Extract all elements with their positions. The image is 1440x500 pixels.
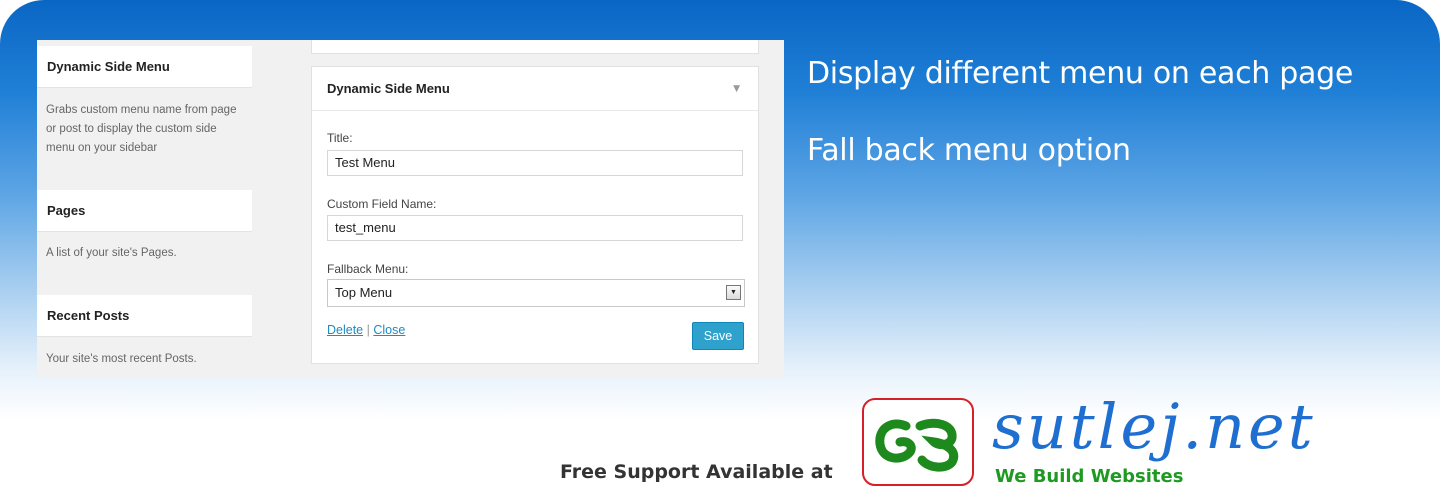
previous-widget-edge [311, 40, 759, 54]
dynamic-side-menu-widget-form: Dynamic Side Menu ▼ Title: Test Menu Cus… [311, 66, 759, 364]
available-widgets-column: Dynamic Side Menu Grabs custom menu name… [37, 40, 252, 378]
widget-form-header[interactable]: Dynamic Side Menu ▼ [312, 67, 758, 111]
logo-glyph-icon [875, 418, 959, 472]
widget-form-title: Dynamic Side Menu [327, 81, 450, 96]
collapse-arrow-icon[interactable]: ▼ [733, 84, 740, 94]
widget-recent-posts[interactable]: Recent Posts [37, 295, 252, 337]
widget-description: Your site's most recent Posts. [46, 353, 197, 365]
widget-action-links: Delete | Close [327, 323, 405, 337]
fallback-menu-value: Top Menu [335, 285, 393, 300]
custom-field-name-input[interactable]: test_menu [327, 215, 743, 241]
close-link[interactable]: Close [373, 323, 405, 337]
brand-tagline: We Build Websites [995, 466, 1184, 487]
headline-feature-1: Display different menu on each page [807, 56, 1353, 91]
widget-pages[interactable]: Pages [37, 190, 252, 232]
widget-title: Dynamic Side Menu [47, 59, 170, 74]
custom-field-name-label: Custom Field Name: [327, 197, 437, 211]
fallback-menu-label: Fallback Menu: [327, 262, 409, 276]
widgets-admin-screenshot: Dynamic Side Menu Grabs custom menu name… [37, 40, 784, 378]
title-field-label: Title: [327, 131, 353, 145]
brand-name[interactable]: sutlej.net [992, 392, 1316, 462]
link-separator: | [366, 323, 370, 337]
headline-feature-2: Fall back menu option [807, 133, 1131, 168]
dropdown-arrow-icon[interactable]: ▼ [726, 285, 741, 300]
title-input[interactable]: Test Menu [327, 150, 743, 176]
sidebar-widget-area: Dynamic Side Menu ▼ Title: Test Menu Cus… [302, 40, 762, 378]
widget-title: Recent Posts [47, 308, 130, 323]
widget-description: Grabs custom menu name from page or post… [46, 104, 237, 154]
promo-banner: Dynamic Side Menu Grabs custom menu name… [0, 0, 1440, 500]
widget-title: Pages [47, 203, 86, 218]
free-support-text: Free Support Available at [560, 461, 833, 483]
sutlej-logo-icon[interactable] [862, 398, 974, 486]
widget-dynamic-side-menu[interactable]: Dynamic Side Menu [37, 46, 252, 88]
widget-description: A list of your site's Pages. [46, 247, 177, 259]
fallback-menu-select[interactable]: Top Menu ▼ [327, 279, 745, 307]
save-button[interactable]: Save [692, 322, 744, 350]
delete-link[interactable]: Delete [327, 323, 363, 337]
